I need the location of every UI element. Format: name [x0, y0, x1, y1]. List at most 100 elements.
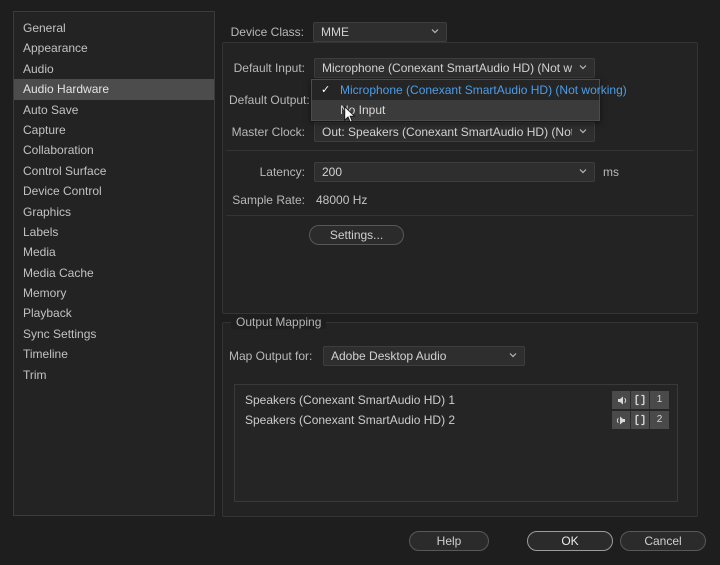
preferences-dialog: General Appearance Audio Audio Hardware …	[0, 0, 720, 565]
sidebar-item-label: Labels	[23, 225, 58, 239]
device-class-combo[interactable]: MME	[313, 22, 447, 42]
sample-rate-value: 48000 Hz	[316, 193, 367, 207]
default-input-row: Default Input: Microphone (Conexant Smar…	[229, 58, 595, 78]
sample-rate-row: Sample Rate: 48000 Hz	[229, 193, 367, 207]
channel-controls[interactable]: 1	[612, 391, 669, 409]
master-clock-value: Out: Speakers (Conexant SmartAudio HD) (…	[322, 125, 572, 139]
channel-controls[interactable]: 2	[612, 411, 669, 429]
settings-button[interactable]: Settings...	[309, 225, 404, 245]
table-row[interactable]: Speakers (Conexant SmartAudio HD) 1	[235, 390, 677, 410]
latency-value: 200	[322, 165, 342, 179]
sidebar-item-audio[interactable]: Audio	[14, 59, 214, 79]
sidebar-item-label: Capture	[23, 123, 66, 137]
sidebar-item-label: Media Cache	[23, 266, 94, 280]
sidebar-item-sync-settings[interactable]: Sync Settings	[14, 324, 214, 344]
sidebar-item-label: Device Control	[23, 184, 102, 198]
map-output-row: Map Output for: Adobe Desktop Audio	[229, 346, 525, 366]
dropdown-option-label: No Input	[340, 103, 385, 117]
channel-number[interactable]: 2	[650, 411, 669, 429]
map-output-label: Map Output for:	[229, 349, 319, 363]
sidebar-item-appearance[interactable]: Appearance	[14, 38, 214, 58]
sidebar-item-general[interactable]: General	[14, 18, 214, 38]
sidebar-item-graphics[interactable]: Graphics	[14, 202, 214, 222]
right-speaker-icon[interactable]	[612, 391, 631, 409]
dialog-footer: Help OK Cancel	[0, 531, 720, 553]
preferences-category-list[interactable]: General Appearance Audio Audio Hardware …	[13, 11, 215, 516]
sidebar-item-collaboration[interactable]: Collaboration	[14, 140, 214, 160]
cancel-button-label: Cancel	[644, 534, 681, 548]
left-speaker-icon[interactable]	[612, 411, 631, 429]
ok-button-label: OK	[561, 534, 578, 548]
sidebar-item-labels[interactable]: Labels	[14, 222, 214, 242]
device-class-value: MME	[321, 25, 349, 39]
chevron-down-icon	[509, 351, 517, 359]
sidebar-item-label: Memory	[23, 286, 66, 300]
default-input-label: Default Input:	[229, 61, 305, 75]
sidebar-item-device-control[interactable]: Device Control	[14, 181, 214, 201]
chevron-down-icon	[579, 167, 587, 175]
dropdown-option-label: Microphone (Conexant SmartAudio HD) (Not…	[340, 83, 627, 97]
output-channel-name: Speakers (Conexant SmartAudio HD) 2	[245, 413, 455, 427]
device-class-row: Device Class: MME	[228, 22, 447, 42]
latency-label: Latency:	[229, 165, 305, 179]
divider	[226, 215, 694, 216]
help-button-label: Help	[437, 534, 462, 548]
sidebar-item-label: Media	[23, 245, 56, 259]
sidebar-item-timeline[interactable]: Timeline	[14, 344, 214, 364]
output-mapping-title: Output Mapping	[231, 315, 326, 329]
sidebar-item-label: Playback	[23, 306, 72, 320]
dropdown-option-no-input[interactable]: No Input	[312, 100, 599, 120]
output-mapping-group: Output Mapping Map Output for: Adobe Des…	[222, 322, 698, 517]
output-channel-list[interactable]: Speakers (Conexant SmartAudio HD) 1	[234, 384, 678, 502]
default-input-dropdown-menu[interactable]: ✓ Microphone (Conexant SmartAudio HD) (N…	[311, 79, 600, 121]
sample-rate-label: Sample Rate:	[229, 193, 305, 207]
settings-button-label: Settings...	[330, 228, 383, 242]
channel-number[interactable]: 1	[650, 391, 669, 409]
channel-pan-icon[interactable]	[631, 391, 650, 409]
master-clock-row: Master Clock: Out: Speakers (Conexant Sm…	[229, 122, 595, 142]
latency-unit-label: ms	[603, 165, 619, 179]
chevron-down-icon	[431, 27, 439, 35]
sidebar-item-label: Graphics	[23, 205, 71, 219]
ok-button[interactable]: OK	[527, 531, 613, 551]
latency-combo[interactable]: 200	[314, 162, 595, 182]
sidebar-item-playback[interactable]: Playback	[14, 303, 214, 323]
sidebar-item-label: Timeline	[23, 347, 68, 361]
default-output-label: Default Output:	[229, 93, 305, 107]
sidebar-item-label: Control Surface	[23, 164, 106, 178]
sidebar-item-trim[interactable]: Trim	[14, 365, 214, 385]
sidebar-item-label: Audio Hardware	[23, 82, 109, 96]
table-row[interactable]: Speakers (Conexant SmartAudio HD) 2	[235, 410, 677, 430]
chevron-down-icon	[579, 63, 587, 71]
sidebar-item-audio-hardware[interactable]: Audio Hardware	[14, 79, 214, 99]
dropdown-option-microphone[interactable]: ✓ Microphone (Conexant SmartAudio HD) (N…	[312, 80, 599, 100]
sidebar-item-label: Collaboration	[23, 143, 94, 157]
check-icon: ✓	[321, 80, 330, 100]
chevron-down-icon	[579, 127, 587, 135]
help-button[interactable]: Help	[409, 531, 489, 551]
sidebar-item-media-cache[interactable]: Media Cache	[14, 263, 214, 283]
map-output-combo[interactable]: Adobe Desktop Audio	[323, 346, 525, 366]
map-output-value: Adobe Desktop Audio	[331, 349, 446, 363]
cancel-button[interactable]: Cancel	[620, 531, 706, 551]
sidebar-item-label: Appearance	[23, 41, 88, 55]
sidebar-item-label: Trim	[23, 368, 47, 382]
sidebar-item-label: Sync Settings	[23, 327, 96, 341]
default-input-value: Microphone (Conexant SmartAudio HD) (Not…	[322, 61, 572, 75]
sidebar-item-capture[interactable]: Capture	[14, 120, 214, 140]
sidebar-item-media[interactable]: Media	[14, 242, 214, 262]
default-input-combo[interactable]: Microphone (Conexant SmartAudio HD) (Not…	[314, 58, 595, 78]
master-clock-combo[interactable]: Out: Speakers (Conexant SmartAudio HD) (…	[314, 122, 595, 142]
sidebar-item-memory[interactable]: Memory	[14, 283, 214, 303]
sidebar-item-label: General	[23, 21, 66, 35]
channel-pan-icon[interactable]	[631, 411, 650, 429]
divider	[226, 150, 694, 151]
sidebar-item-control-surface[interactable]: Control Surface	[14, 161, 214, 181]
device-class-label: Device Class:	[228, 25, 304, 39]
latency-row: Latency: 200 ms	[229, 162, 619, 182]
output-channel-name: Speakers (Conexant SmartAudio HD) 1	[245, 393, 455, 407]
sidebar-item-auto-save[interactable]: Auto Save	[14, 100, 214, 120]
master-clock-label: Master Clock:	[229, 125, 305, 139]
sidebar-item-label: Auto Save	[23, 103, 78, 117]
sidebar-item-label: Audio	[23, 62, 54, 76]
